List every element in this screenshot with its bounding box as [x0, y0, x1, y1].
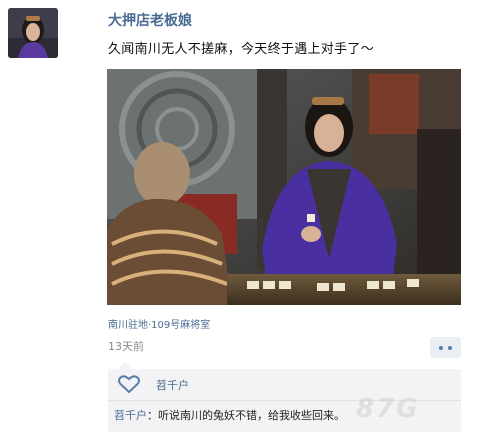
post-photo[interactable]: [107, 69, 461, 305]
avatar-image: [8, 8, 58, 58]
avatar[interactable]: [8, 8, 58, 58]
comment-item: 苕千户：听说南川的兔妖不错，给我收些回来。: [114, 407, 345, 423]
comment-author[interactable]: 苕千户: [114, 409, 147, 422]
panel-arrow: [118, 362, 132, 369]
likes-row: 苕千户: [118, 375, 189, 394]
like-user-name[interactable]: 苕千户: [156, 377, 189, 393]
post-location[interactable]: 南川驻地·109号麻将室: [108, 316, 210, 331]
post-time: 13天前: [108, 340, 144, 353]
mahjong-scene-image: [107, 69, 461, 305]
post-username[interactable]: 大押店老板娘: [108, 10, 192, 30]
comment-icon: [439, 345, 443, 350]
comment-text: 听说南川的兔妖不错，给我收些回来。: [158, 409, 345, 422]
heart-icon[interactable]: [118, 375, 140, 394]
comment-icon-dot: [448, 345, 452, 350]
watermark: 87G: [356, 394, 420, 424]
comment-button[interactable]: [430, 337, 461, 358]
comment-separator: ：: [147, 409, 158, 422]
post-text: 久闻南川无人不搓麻，今天终于遇上对手了～: [108, 42, 375, 57]
